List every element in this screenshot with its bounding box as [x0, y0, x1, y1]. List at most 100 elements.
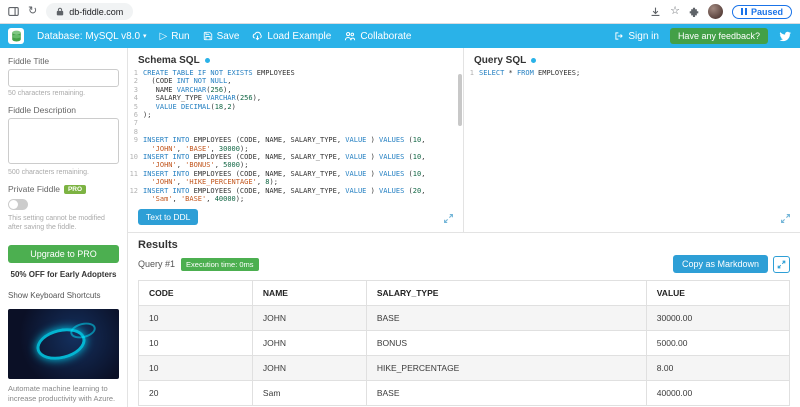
code-line: 11 INSERT INTO EMPLOYEES (CODE, NAME, SAL… [129, 169, 426, 178]
fiddle-title-input[interactable] [8, 69, 119, 87]
fiddle-description-input[interactable] [8, 118, 119, 164]
table-cell: BASE [365, 305, 647, 331]
code-line: 4 SALARY_TYPE VARCHAR(256), [128, 94, 463, 102]
extensions-icon[interactable] [689, 7, 699, 17]
schema-panel: Schema SQL 1 CREATE TABLE IF NOT EXISTS E… [128, 48, 464, 232]
bookmark-star-icon[interactable]: ☆ [670, 6, 680, 17]
execution-time-badge: Execution time: 0ms [181, 257, 259, 271]
query-panel: Query SQL 1 SELECT * FROM EMPLOYEES; [464, 48, 800, 232]
table-cell: 30000.00 [645, 305, 791, 331]
twitter-icon[interactable] [779, 31, 792, 42]
description-hint: 500 characters remaining. [8, 169, 89, 176]
side-panel-icon[interactable] [8, 6, 19, 17]
line-number: 6 [133, 111, 138, 120]
schema-panel-title: Schema SQL [138, 55, 200, 66]
title-hint: 50 characters remaining. [8, 90, 86, 97]
upgrade-pro-button[interactable]: Upgrade to PRO [8, 244, 119, 263]
table-row: 20 Sam BASE 40000.00 [138, 380, 791, 406]
expand-schema-icon[interactable] [442, 212, 455, 225]
run-button[interactable]: ▷ Run [160, 31, 190, 42]
url-text: db-fiddle.com [69, 6, 124, 17]
line-number: 9 [133, 136, 138, 145]
table-cell: 5000.00 [645, 330, 791, 356]
address-bar[interactable]: db-fiddle.com [46, 3, 134, 20]
load-example-label: Load Example [267, 30, 332, 42]
expand-results-button[interactable] [773, 255, 790, 273]
schema-sql-editor[interactable]: 1 CREATE TABLE IF NOT EXISTS EMPLOYEES 2 (… [128, 69, 463, 229]
download-cloud-icon [252, 31, 263, 41]
run-label: Run [171, 30, 190, 42]
code-line: 6); [128, 111, 463, 119]
table-row: 10 JOHN HIKE_PERCENTAGE 8.00 [138, 355, 791, 381]
column-header: VALUE [645, 280, 791, 306]
line-number: 7 [133, 119, 138, 128]
app-header: Database: MySQL v8.0 ▾ ▷ Run Save Load E… [0, 24, 800, 48]
people-icon [344, 31, 356, 41]
line-number [128, 161, 143, 169]
database-selector[interactable]: Database: MySQL v8.0 ▾ [37, 31, 147, 42]
lock-icon [56, 7, 64, 16]
line-number: 5 [133, 102, 138, 111]
query-sql-editor[interactable]: 1 SELECT * FROM EMPLOYEES; [464, 69, 800, 229]
table-cell: JOHN [251, 355, 367, 381]
sign-in-label: Sign in [628, 30, 659, 42]
modified-dot-icon [531, 58, 537, 63]
code-line: 12 INSERT INTO EMPLOYEES (CODE, NAME, SAL… [129, 186, 426, 195]
download-icon[interactable] [650, 6, 661, 17]
code-line: 10 INSERT INTO EMPLOYEES (CODE, NAME, SAL… [129, 153, 426, 162]
column-header: CODE [138, 280, 253, 306]
code-line: 'JOHN', 'HIKE_PERCENTAGE', 8); [128, 178, 463, 186]
keyboard-shortcuts-link[interactable]: Show Keyboard Shortcuts [8, 291, 119, 300]
text-to-ddl-button[interactable]: Text to DDL [138, 209, 199, 225]
feedback-button[interactable]: Have any feedback? [669, 28, 768, 44]
line-number: 8 [133, 127, 138, 136]
line-number [128, 195, 143, 203]
editor-scrollbar[interactable] [458, 74, 462, 126]
modified-dot-icon [204, 58, 210, 63]
code-line: 'JOHN', 'BASE', 30000); [128, 145, 463, 153]
private-fiddle-toggle[interactable] [8, 199, 28, 210]
line-number: 12 [129, 186, 138, 195]
profile-avatar[interactable] [707, 4, 723, 19]
load-example-button[interactable]: Load Example [252, 31, 331, 42]
expand-query-icon[interactable] [779, 212, 792, 225]
private-fiddle-note: This setting cannot be modified after sa… [8, 215, 105, 232]
copy-as-markdown-button[interactable]: Copy as Markdown [672, 255, 768, 273]
paused-label: Paused [750, 6, 783, 17]
table-cell: 10 [138, 330, 253, 356]
table-cell: 20 [138, 380, 253, 406]
code-line: 'JOHN', 'BONUS', 5000); [128, 161, 463, 169]
debugger-paused-chip[interactable]: Paused [731, 4, 792, 19]
query-number-label: Query #1 [138, 259, 176, 269]
save-button[interactable]: Save [203, 30, 240, 42]
table-cell: BONUS [365, 330, 647, 356]
line-number: 10 [129, 153, 138, 162]
sidebar: Fiddle Title 50 characters remaining. Fi… [0, 48, 128, 407]
code-line: 8 [128, 128, 463, 136]
refresh-icon[interactable]: ↻ [28, 6, 37, 17]
code-line: 'Sam', 'BASE', 40000); [128, 195, 463, 203]
sign-in-button[interactable]: Sign in [614, 31, 659, 42]
line-number: 2 [133, 77, 138, 86]
db-fiddle-logo[interactable] [8, 28, 24, 44]
fiddle-description-label: Fiddle Description [8, 105, 77, 115]
promo-text: 50% OFF for Early Adopters [10, 269, 117, 279]
table-cell: BASE [365, 380, 647, 406]
table-cell: 8.00 [645, 355, 791, 381]
save-label: Save [216, 30, 240, 42]
line-number [128, 145, 143, 153]
carbon-ad-image[interactable] [8, 308, 119, 379]
code-line: 9 INSERT INTO EMPLOYEES (CODE, NAME, SALA… [128, 136, 463, 144]
line-number: 3 [133, 85, 138, 94]
table-cell: Sam [251, 380, 367, 406]
line-number: 4 [133, 94, 138, 103]
column-header: NAME [251, 280, 367, 306]
sign-in-icon [614, 31, 624, 41]
collaborate-button[interactable]: Collaborate [344, 31, 411, 42]
code-line: 1 CREATE TABLE IF NOT EXISTS EMPLOYEES [128, 69, 463, 77]
ad-caption[interactable]: Automate machine learning to increase pr… [8, 384, 119, 404]
results-table: CODE NAME SALARY_TYPE VALUE 10 JOHN BASE 30000… [138, 280, 791, 406]
code-line: 7 [128, 119, 463, 127]
table-header-row: CODE NAME SALARY_TYPE VALUE [138, 280, 791, 306]
table-cell: 40000.00 [645, 380, 791, 406]
